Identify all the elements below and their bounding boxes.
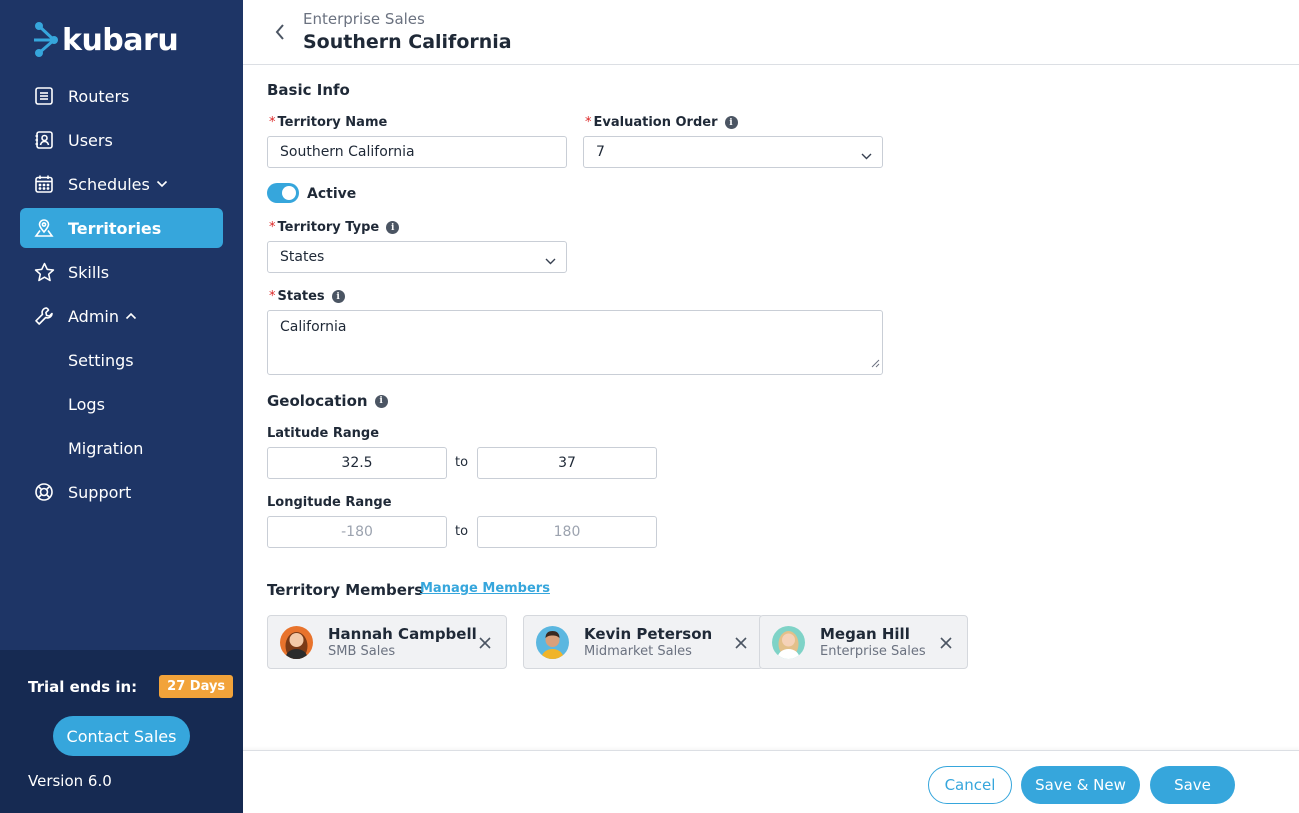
avatar [772,626,805,659]
save-button[interactable]: Save [1150,766,1235,804]
page-title: Southern California [303,31,512,53]
sidebar-item-skills[interactable]: Skills [20,252,223,292]
latitude-to-label: to [455,455,469,470]
sidebar-item-users[interactable]: Users [20,120,223,160]
kubaru-logo-icon [32,20,62,60]
states-value: California [280,319,347,335]
contacts-icon [33,129,55,151]
sidebar-item-label: Routers [68,86,130,106]
calendar-icon [33,173,55,195]
member-card: Kevin Peterson Midmarket Sales [523,615,763,669]
member-name: Hannah Campbell [328,625,477,643]
info-icon[interactable]: i [386,221,400,234]
sidebar-item-label: Admin [68,306,119,326]
territory-form: Basic Info * Territory Name Southern Cali… [243,65,1299,750]
sidebar-item-admin[interactable]: Admin [20,296,223,336]
territory-type-label: * Territory Type i [269,220,400,235]
basic-info-title: Basic Info [267,81,350,99]
chevron-up-icon [125,312,137,320]
manage-members-link[interactable]: Manage Members [420,581,550,596]
member-name: Megan Hill [820,625,910,643]
territory-name-input[interactable]: Southern California [267,136,567,168]
member-card: Hannah Campbell SMB Sales [267,615,507,669]
logo-text: kubaru [62,22,179,58]
info-icon[interactable]: i [331,290,345,303]
active-toggle[interactable] [267,183,299,203]
member-name: Kevin Peterson [584,625,713,643]
sidebar-item-label: Settings [68,350,134,370]
member-role: Midmarket Sales [584,644,692,659]
contact-sales-button[interactable]: Contact Sales [53,716,190,756]
sidebar-item-label: Skills [68,262,110,282]
page-header: Enterprise Sales Southern California [243,0,1299,65]
sidebar-item-settings[interactable]: Settings [20,340,223,380]
version-label: Version 6.0 [28,772,112,790]
latitude-max-input[interactable]: 37 [477,447,657,479]
info-icon[interactable]: i [374,394,388,408]
sidebar-item-schedules[interactable]: Schedules [20,164,223,204]
sidebar-item-label: Logs [68,394,105,414]
chevron-down-icon [156,180,168,188]
states-textarea[interactable]: California [267,310,883,375]
chevron-down-icon [545,253,556,269]
trial-days-badge: 27 Days [159,675,234,698]
resize-handle-icon[interactable] [871,356,880,372]
trial-label: Trial ends in: [28,677,138,696]
latitude-range-label: Latitude Range [267,426,380,441]
evaluation-order-label: * Evaluation Order i [585,115,738,130]
sidebar-item-territories[interactable]: Territories [20,208,223,248]
sidebar-item-migration[interactable]: Migration [20,428,223,468]
sidebar-item-logs[interactable]: Logs [20,384,223,424]
cancel-button[interactable]: Cancel [928,766,1012,804]
save-and-new-button[interactable]: Save & New [1021,766,1140,804]
star-icon [33,261,55,283]
form-footer: Cancel Save & New Save [243,750,1299,813]
wrench-icon [33,305,55,327]
longitude-range-label: Longitude Range [267,495,392,510]
chevron-down-icon [861,148,872,164]
evaluation-order-select[interactable]: 7 [583,136,883,168]
back-chevron-icon[interactable] [271,22,289,42]
sidebar-item-support[interactable]: Support [20,472,223,512]
list-icon [33,85,55,107]
sidebar-item-label: Support [68,482,132,502]
active-label: Active [307,186,357,202]
info-icon[interactable]: i [724,116,738,129]
close-icon[interactable] [734,635,748,649]
latitude-min-input[interactable]: 32.5 [267,447,447,479]
breadcrumb[interactable]: Enterprise Sales [303,10,425,28]
territory-name-label: * Territory Name [269,115,388,130]
sidebar-nav: Routers Users Schedules Territories Skil… [20,76,223,516]
territory-members-title: Territory Members [267,581,424,599]
territory-type-select[interactable]: States [267,241,567,273]
member-role: Enterprise Sales [820,644,926,659]
states-label: * States i [269,289,345,304]
sidebar-item-label: Migration [68,438,144,458]
longitude-min-input[interactable]: -180 [267,516,447,548]
lifebuoy-icon [33,481,55,503]
territory-type-value: States [280,249,325,265]
sidebar: kubaru Routers Users Schedules Territori… [0,0,243,813]
logo[interactable]: kubaru [32,20,179,60]
map-pin-icon [33,217,55,239]
avatar [536,626,569,659]
sidebar-item-label: Users [68,130,113,150]
sidebar-item-label: Schedules [68,174,150,194]
member-role: SMB Sales [328,644,396,659]
avatar [280,626,313,659]
longitude-max-input[interactable]: 180 [477,516,657,548]
sidebar-item-label: Territories [68,218,162,238]
geolocation-title: Geolocation i [267,392,388,410]
close-icon[interactable] [478,635,492,649]
longitude-to-label: to [455,524,469,539]
member-card: Megan Hill Enterprise Sales [759,615,968,669]
close-icon[interactable] [939,635,953,649]
evaluation-order-value: 7 [596,144,605,160]
trial-info: Trial ends in: 27 Days [28,675,234,698]
sidebar-item-routers[interactable]: Routers [20,76,223,116]
